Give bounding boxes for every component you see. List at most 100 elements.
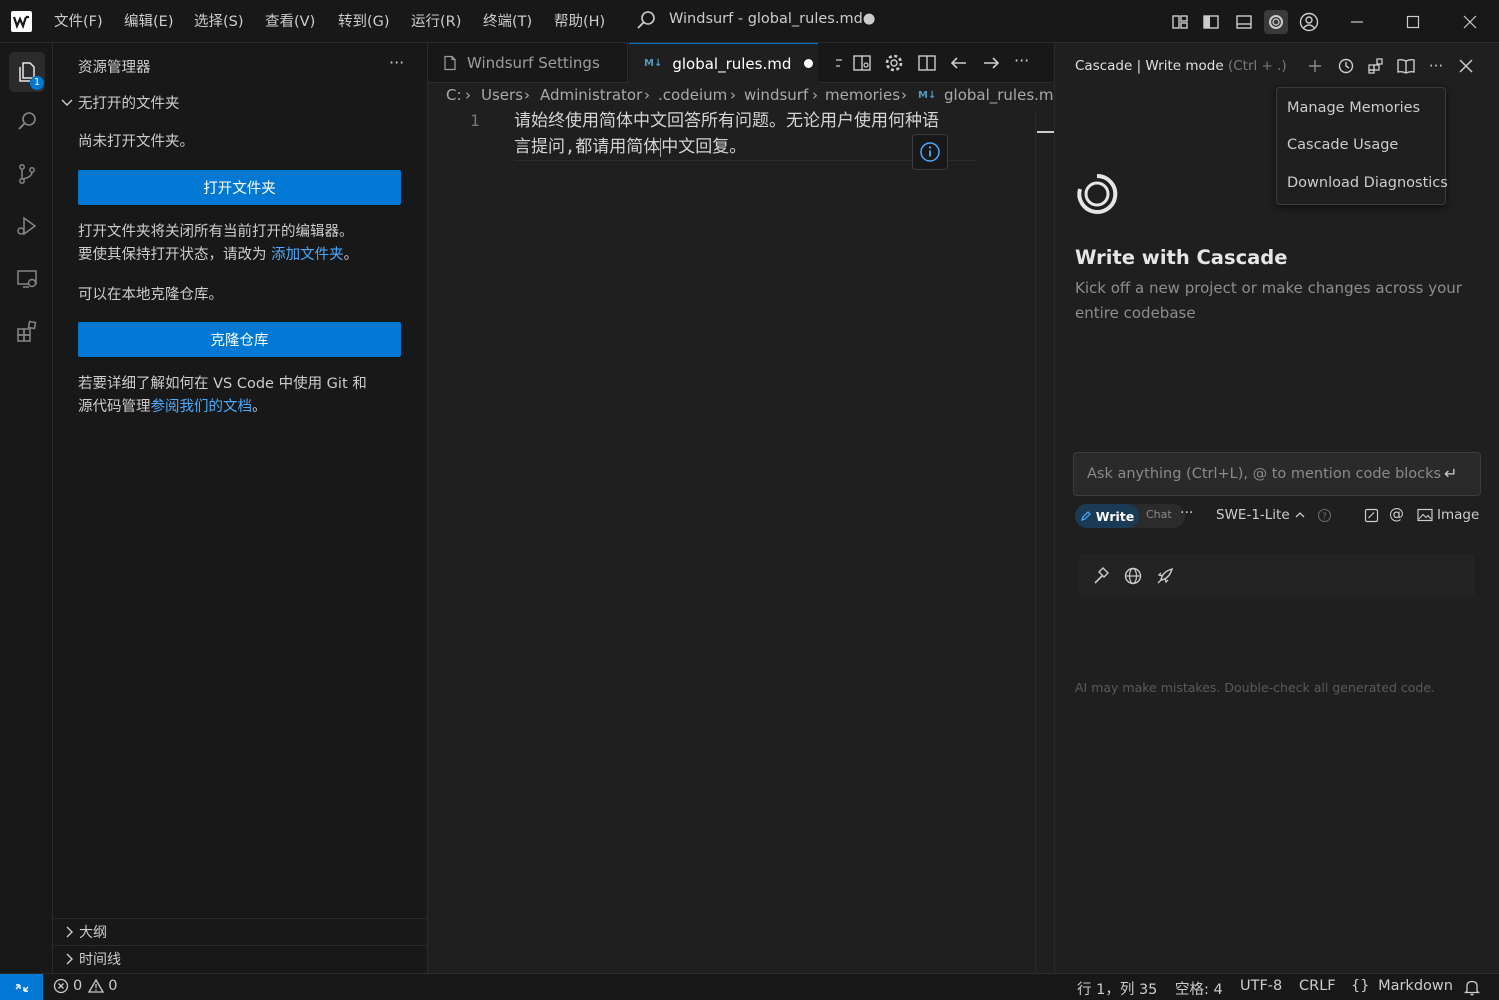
run-debug-icon[interactable] bbox=[0, 202, 53, 250]
customize-layout-icon[interactable] bbox=[1168, 10, 1192, 34]
clone-repository-button[interactable]: 克隆仓库 bbox=[78, 322, 401, 357]
write-mode-button[interactable]: Write bbox=[1075, 504, 1139, 528]
open-folder-info: 打开文件夹将关闭所有当前打开的编辑器。 要使其保持打开状态，请改为 添加文件夹。 bbox=[78, 224, 359, 263]
pencil-icon bbox=[1080, 511, 1091, 521]
breadcrumb-drive[interactable]: C: bbox=[446, 86, 462, 104]
image-upload-button[interactable]: Image bbox=[1417, 507, 1479, 523]
breadcrumb-separator-icon: › bbox=[730, 86, 736, 104]
scrollbar[interactable] bbox=[1035, 113, 1054, 973]
encoding[interactable]: UTF-8 bbox=[1240, 978, 1282, 994]
breadcrumb-windsurf[interactable]: windsurf bbox=[744, 86, 808, 104]
code-content[interactable]: 请始终使用简体中文回答所有问题。无论用户使用何种语 言提问,都请用简体中文回复。 bbox=[514, 108, 976, 161]
help-icon[interactable]: ? bbox=[1317, 508, 1332, 523]
search-icon[interactable] bbox=[0, 97, 53, 145]
tools-hammer-icon[interactable] bbox=[1091, 566, 1111, 586]
mention-icon[interactable]: @ bbox=[1389, 505, 1404, 523]
menu-file[interactable]: 文件(F) bbox=[54, 10, 103, 31]
maximize-icon[interactable] bbox=[1385, 0, 1441, 43]
docs-link[interactable]: 参阅我们的文档 bbox=[151, 399, 253, 415]
breadcrumb-codeium[interactable]: .codeium bbox=[658, 86, 727, 104]
menu-go[interactable]: 转到(G) bbox=[338, 10, 390, 31]
docs-book-icon[interactable] bbox=[1395, 55, 1417, 77]
history-icon[interactable] bbox=[1335, 55, 1357, 77]
more-actions-icon[interactable]: ··· bbox=[389, 53, 404, 72]
indentation[interactable]: 空格: 4 bbox=[1175, 978, 1223, 999]
problems-indicator[interactable]: 0 0 bbox=[53, 978, 117, 994]
menu-download-diagnostics[interactable]: Download Diagnostics bbox=[1287, 175, 1448, 191]
breadcrumb: C: › Users › Administrator › .codeium › … bbox=[428, 43, 1054, 113]
window-title: Windsurf - global_rules.md● bbox=[669, 11, 876, 27]
end-of-line[interactable]: CRLF bbox=[1299, 978, 1336, 994]
image-icon bbox=[1417, 508, 1433, 522]
menu-manage-memories[interactable]: Manage Memories bbox=[1287, 100, 1420, 116]
explorer-badge: 1 bbox=[30, 76, 44, 90]
close-window-icon[interactable] bbox=[1442, 0, 1498, 43]
breadcrumb-file[interactable]: global_rules.md bbox=[944, 86, 1054, 104]
breadcrumb-users[interactable]: Users bbox=[481, 86, 523, 104]
breadcrumb-separator-icon: › bbox=[644, 86, 650, 104]
explorer-sidebar: 资源管理器 ··· 无打开的文件夹 尚未打开文件夹。 打开文件夹 打开文件夹将关… bbox=[53, 43, 428, 973]
language-mode[interactable]: {} Markdown bbox=[1351, 978, 1453, 994]
breadcrumb-separator-icon: › bbox=[465, 86, 471, 104]
input-placeholder: Ask anything (Ctrl+L), @ to mention code… bbox=[1087, 466, 1442, 482]
minimize-icon[interactable] bbox=[1329, 0, 1385, 43]
globe-icon[interactable] bbox=[1123, 566, 1143, 586]
cascade-input[interactable]: Ask anything (Ctrl+L), @ to mention code… bbox=[1073, 452, 1481, 496]
new-conversation-icon[interactable] bbox=[1304, 55, 1326, 77]
outline-section[interactable]: 大纲 bbox=[53, 918, 428, 945]
enter-icon[interactable]: ↵ bbox=[1444, 464, 1457, 483]
breadcrumb-administrator[interactable]: Administrator bbox=[540, 86, 642, 104]
cascade-logo-icon bbox=[1075, 171, 1119, 217]
model-selector[interactable]: SWE-1-Lite ? bbox=[1216, 507, 1332, 523]
status-bar: 0 0 行 1，列 35 空格: 4 UTF-8 CRLF {} Markdow… bbox=[0, 973, 1499, 1000]
search-icon bbox=[637, 11, 655, 29]
ai-disclaimer: AI may make mistakes. Double-check all g… bbox=[1075, 680, 1435, 695]
menu-terminal[interactable]: 终端(T) bbox=[483, 10, 532, 31]
menu-run[interactable]: 运行(R) bbox=[411, 10, 461, 31]
menu-cascade-usage[interactable]: Cascade Usage bbox=[1287, 137, 1398, 153]
menu-view[interactable]: 查看(V) bbox=[265, 10, 315, 31]
clone-text: 可以在本地克隆仓库。 bbox=[78, 287, 223, 303]
no-folder-section-header[interactable]: 无打开的文件夹 bbox=[59, 91, 180, 113]
git-docs-info: 若要详细了解如何在 VS Code 中使用 Git 和 源代码管理参阅我们的文档… bbox=[78, 376, 367, 415]
windsurf-logo-icon[interactable] bbox=[11, 11, 32, 32]
toggle-primary-sidebar-icon[interactable] bbox=[1199, 10, 1223, 34]
tools-bar bbox=[1079, 554, 1475, 597]
extensions-icon[interactable] bbox=[1365, 55, 1387, 77]
code-line-1: 请始终使用简体中文回答所有问题。无论用户使用何种语 bbox=[514, 111, 939, 131]
mode-more-icon[interactable]: ··· bbox=[1180, 505, 1193, 521]
breadcrumb-memories[interactable]: memories bbox=[825, 86, 900, 104]
account-icon[interactable] bbox=[1297, 10, 1321, 34]
remote-indicator-icon[interactable] bbox=[0, 974, 43, 1000]
add-folder-link[interactable]: 添加文件夹 bbox=[271, 247, 344, 263]
chat-mode-button[interactable]: Chat bbox=[1146, 508, 1172, 521]
chevron-right-icon bbox=[66, 953, 73, 965]
toggle-panel-icon[interactable] bbox=[1232, 10, 1256, 34]
rocket-icon[interactable] bbox=[1155, 566, 1175, 586]
remote-explorer-icon[interactable] bbox=[0, 255, 53, 303]
notifications-bell-icon[interactable] bbox=[1464, 979, 1480, 996]
more-actions-icon[interactable]: ··· bbox=[1425, 55, 1447, 77]
explorer-icon[interactable]: 1 bbox=[0, 48, 53, 96]
cursor-position[interactable]: 行 1，列 35 bbox=[1077, 978, 1157, 999]
close-panel-icon[interactable] bbox=[1455, 55, 1477, 77]
chevron-right-icon bbox=[66, 926, 73, 938]
open-folder-button[interactable]: 打开文件夹 bbox=[78, 170, 401, 205]
source-control-icon[interactable] bbox=[0, 150, 53, 198]
braces-icon: {} bbox=[1351, 978, 1370, 994]
cascade-header: Cascade | Write mode (Ctrl + .) bbox=[1075, 58, 1287, 74]
menu-help[interactable]: 帮助(H) bbox=[554, 10, 605, 31]
menu-selection[interactable]: 选择(S) bbox=[194, 10, 244, 31]
more-actions-menu: Manage Memories Cascade Usage Download D… bbox=[1276, 87, 1448, 205]
warning-icon bbox=[88, 978, 105, 993]
sidebar-title: 资源管理器 bbox=[78, 60, 151, 76]
toggle-cascade-icon[interactable] bbox=[1264, 10, 1288, 34]
select-context-icon[interactable] bbox=[1364, 508, 1379, 523]
menu-edit[interactable]: 编辑(E) bbox=[124, 10, 173, 31]
timeline-section[interactable]: 时间线 bbox=[53, 945, 428, 972]
command-center[interactable]: Windsurf - global_rules.md● bbox=[636, 9, 875, 33]
extensions-icon[interactable] bbox=[0, 307, 53, 355]
chevron-up-icon bbox=[1295, 512, 1305, 518]
info-icon[interactable] bbox=[912, 134, 948, 170]
minimap-slider[interactable] bbox=[1037, 131, 1054, 133]
